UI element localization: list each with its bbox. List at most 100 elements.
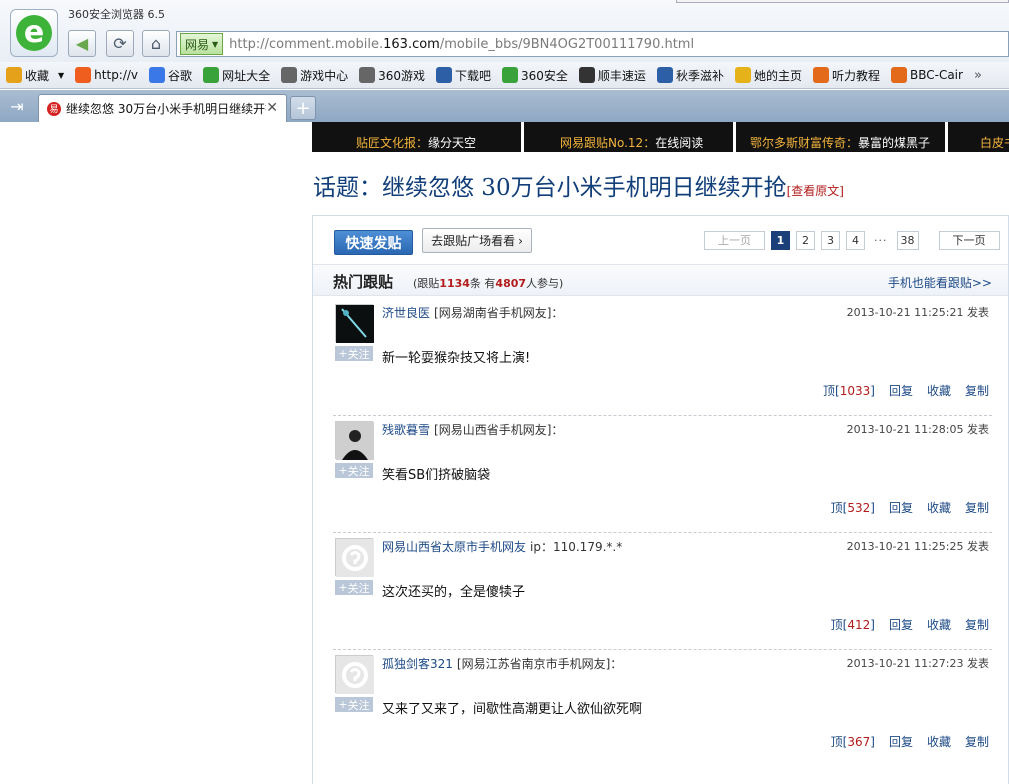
avatar[interactable] [335, 421, 374, 460]
copy-button[interactable]: 复制 [965, 499, 989, 516]
favorite-label: 听力教程 [831, 68, 880, 83]
author-name[interactable]: 济世良医 [382, 306, 430, 320]
next-page-button[interactable]: 下一页 [938, 230, 1000, 250]
comment-time: 2013-10-21 11:25:25 发表 [846, 540, 989, 553]
reply-button[interactable]: 回复 [889, 616, 913, 633]
favorite-item[interactable]: 360游戏 [359, 67, 425, 84]
360-browser-icon: e [16, 15, 52, 51]
banner-item[interactable]: 白皮书 [948, 122, 1009, 152]
upvote-label: 顶 [830, 618, 843, 632]
view-original-link[interactable]: [查看原文] [787, 184, 844, 198]
topic-title: 话题：继续忽悠 30万台小米手机明日继续开抢[查看原文] [313, 168, 844, 202]
more-favorites-icon[interactable]: » [974, 68, 982, 83]
follow-label: 关注 [347, 698, 370, 712]
back-button[interactable]: ◀ [68, 30, 96, 57]
favorite-label: 谷歌 [168, 68, 193, 83]
banner-item[interactable]: 贴匠文化报：缘分天空 [312, 122, 521, 152]
favorite-item[interactable]: 360安全 [502, 67, 568, 84]
page-ellipsis: ··· [871, 230, 891, 250]
browser-logo[interactable]: e [10, 9, 58, 57]
hot-comments-header: 热门跟贴 (跟贴1134条 有4807人参与) 手机也能看跟贴>> [313, 264, 1008, 296]
follow-button[interactable]: + 关注 [335, 697, 373, 712]
follow-label: 关注 [347, 464, 370, 478]
sf-express-icon [578, 67, 595, 83]
favorite-item[interactable]: 顺丰速运 [578, 67, 646, 84]
plaza-button[interactable]: 去跟贴广场看看 › [422, 228, 532, 253]
copy-button[interactable]: 复制 [965, 733, 989, 750]
mobile-comments-link[interactable]: 手机也能看跟贴>> [888, 274, 992, 291]
favorite-button[interactable]: 收藏 [927, 616, 951, 633]
banner-text: 缘分天空 [428, 136, 477, 150]
favorite-item[interactable]: 秋季滋补 [656, 67, 724, 84]
new-tab-button[interactable]: + [290, 96, 316, 120]
page-button[interactable]: 2 [796, 230, 815, 250]
favorite-item[interactable]: 她的主页 [734, 67, 802, 84]
favorite-item[interactable]: http://v [75, 67, 138, 83]
site-identity-badge[interactable]: 网易 ▼ [180, 33, 224, 55]
author-name[interactable]: 孤独剑客321 [382, 657, 453, 671]
favorite-label: 360游戏 [378, 68, 425, 83]
copy-button[interactable]: 复制 [965, 382, 989, 399]
page-button[interactable]: 1 [771, 230, 790, 250]
upvote-button[interactable]: 顶[367] [831, 733, 875, 750]
stats-suffix: 人参与) [526, 277, 564, 290]
reply-button[interactable]: 回复 [889, 499, 913, 516]
download-icon [436, 67, 452, 83]
upvote-button[interactable]: 顶[412] [831, 616, 875, 633]
avatar[interactable] [335, 538, 374, 577]
favorites-bar: 收藏 ▼ http://v 谷歌 网址大全 游戏中心 360游戏 下载吧 360安全 顺丰速运 秋季… [0, 62, 1009, 89]
folder-star-icon [6, 67, 22, 83]
app-title: 360安全浏览器 6.5 [68, 8, 165, 21]
favorite-button[interactable]: 收藏 [927, 499, 951, 516]
home-icon: ⌂ [150, 34, 162, 53]
tab-close-icon[interactable]: ✕ [266, 100, 278, 116]
upvote-button[interactable]: 顶[1033] [823, 382, 875, 399]
follow-button[interactable]: + 关注 [335, 580, 373, 595]
favorite-item[interactable]: 网址大全 [203, 67, 270, 84]
address-bar[interactable]: 网易 ▼ http://comment.mobile.163.com/mobile… [176, 31, 1009, 57]
prev-page-button[interactable]: 上一页 [704, 230, 765, 250]
favorite-button[interactable]: 收藏 [927, 733, 951, 750]
dropdown-arrow-icon: ▼ [212, 39, 219, 49]
banner-tag: 贴匠文化报： [356, 136, 429, 150]
plus-icon: + [338, 464, 348, 477]
banner-item[interactable]: 网易跟贴No.12：在线阅读 [524, 122, 733, 152]
avatar[interactable] [335, 655, 374, 694]
favorite-item[interactable]: 收藏 ▼ [6, 67, 64, 84]
favorite-item[interactable]: 下载吧 [436, 67, 491, 84]
google-icon [149, 67, 166, 83]
stats-mid: 条 有 [469, 277, 496, 290]
follow-button[interactable]: + 关注 [335, 346, 373, 361]
refresh-button[interactable]: ⟳ [106, 30, 134, 57]
sidebar-toggle-button[interactable]: ⇥ [0, 90, 34, 122]
reply-button[interactable]: 回复 [889, 382, 913, 399]
favorite-item[interactable]: 游戏中心 [281, 67, 348, 84]
home-button[interactable]: ⌂ [142, 30, 170, 57]
comment-actions: 顶[412] 回复 收藏 复制 [831, 616, 989, 633]
tab-active[interactable]: 易 继续忽悠 30万台小米手机明日继续开抢 ✕ [38, 94, 287, 122]
page-button[interactable]: 3 [821, 230, 840, 250]
author-name[interactable]: 残歌暮雪 [382, 423, 430, 437]
comment-actions: 顶[532] 回复 收藏 复制 [831, 499, 989, 516]
page-button[interactable]: 38 [896, 230, 919, 250]
page-button[interactable]: 4 [846, 230, 865, 250]
360-globe-icon [203, 67, 220, 83]
upvote-button[interactable]: 顶[532] [831, 499, 875, 516]
reply-button[interactable]: 回复 [889, 733, 913, 750]
url-text[interactable]: http://comment.mobile.163.com/mobile_bbs… [229, 37, 694, 52]
banner-item[interactable]: 鄂尔多斯财富传奇：暴富的煤黑子 [736, 122, 945, 152]
quick-post-button[interactable]: 快速发贴 [334, 230, 413, 255]
copy-button[interactable]: 复制 [965, 616, 989, 633]
favorite-item[interactable]: 听力教程 [812, 67, 880, 84]
favorite-label: 游戏中心 [300, 68, 349, 83]
follow-button[interactable]: + 关注 [335, 463, 373, 478]
netease-icon: 易 [47, 101, 61, 116]
comment-body: 又来了又来了，间歇性高潮更让人欲仙欲死啊 [382, 702, 643, 717]
headphones-icon [812, 67, 829, 83]
author-name[interactable]: 网易山西省太原市手机网友 [382, 540, 526, 554]
comment-body: 笑看SB们挤破脑袋 [382, 468, 491, 483]
favorite-item[interactable]: BBC-Cair [890, 67, 963, 83]
avatar[interactable] [335, 304, 374, 343]
favorite-item[interactable]: 谷歌 [149, 67, 192, 84]
favorite-button[interactable]: 收藏 [927, 382, 951, 399]
